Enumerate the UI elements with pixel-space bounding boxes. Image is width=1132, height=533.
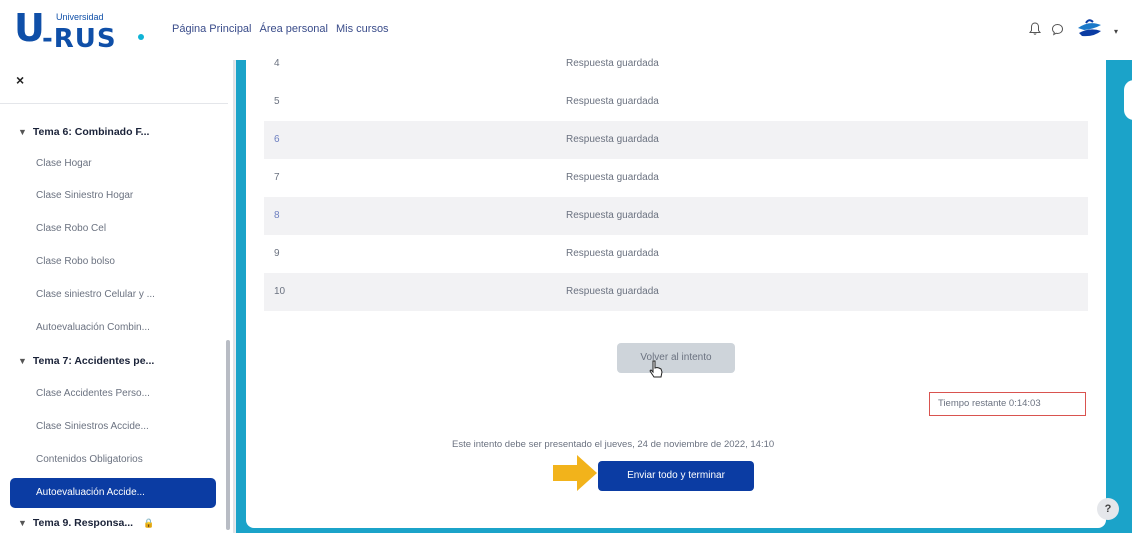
- table-row: 6 Respuesta guardada: [264, 121, 1088, 159]
- logo-rus: -RUS: [42, 24, 117, 54]
- chevron-down-icon: ▼: [18, 518, 27, 528]
- sidebar-item-clase-siniestros-accidentes[interactable]: Clase Siniestros Accide...: [36, 421, 149, 432]
- section-label: Tema 9. Responsa...: [32, 517, 134, 529]
- table-row: 7 Respuesta guardada: [264, 159, 1088, 197]
- chevron-down-icon: ▼: [18, 127, 27, 137]
- question-status: Respuesta guardada: [566, 210, 659, 221]
- question-status: Respuesta guardada: [566, 96, 659, 107]
- question-number[interactable]: 10: [274, 286, 285, 297]
- question-status: Respuesta guardada: [566, 134, 659, 145]
- sidebar-item-autoevaluacion-combinado[interactable]: Autoevaluación Combin...: [36, 322, 150, 333]
- chat-icon[interactable]: [1051, 23, 1064, 41]
- nav-personal-area[interactable]: Área personal: [260, 23, 329, 35]
- return-to-attempt-button[interactable]: Volver al intento: [617, 343, 735, 373]
- logo-universidad: Universidad: [56, 12, 104, 22]
- hand-cursor-icon: [648, 360, 664, 385]
- sidebar-item-clase-robo-cel[interactable]: Clase Robo Cel: [36, 223, 106, 234]
- sidebar-item-clase-siniestro-hogar[interactable]: Clase Siniestro Hogar: [36, 190, 133, 201]
- main-nav: Página Principal Área personal Mis curso…: [172, 23, 389, 35]
- section-tema-7[interactable]: ▼ Tema 7: Accidentes pe...: [18, 355, 154, 367]
- drawer-divider: [0, 103, 228, 104]
- u-rus-logo[interactable]: U Universidad -RUS: [14, 6, 149, 56]
- question-number[interactable]: 8: [274, 210, 280, 221]
- right-drawer-toggle[interactable]: [1124, 80, 1132, 120]
- logo-dot: [138, 34, 144, 40]
- question-number[interactable]: 7: [274, 172, 280, 183]
- section-label: Tema 6: Combinado F...: [32, 126, 150, 138]
- sidebar-item-autoevaluacion-accidentes[interactable]: Autoevaluación Accide...: [10, 478, 216, 508]
- close-drawer-button[interactable]: ×: [16, 72, 24, 88]
- question-status: Respuesta guardada: [566, 172, 659, 183]
- question-status: Respuesta guardada: [566, 58, 659, 69]
- nav-my-courses[interactable]: Mis cursos: [336, 23, 389, 35]
- sidebar-item-clase-robo-bolso[interactable]: Clase Robo bolso: [36, 256, 115, 267]
- arrow-right-icon: [551, 453, 599, 498]
- chevron-down-icon: ▼: [18, 356, 27, 366]
- nav-home[interactable]: Página Principal: [172, 23, 252, 35]
- right-drawer-edge: [1106, 60, 1132, 533]
- sidebar-item-contenidos-obligatorios[interactable]: Contenidos Obligatorios: [36, 454, 143, 465]
- section-tema-9[interactable]: ▼ Tema 9. Responsa... 🔒: [18, 517, 154, 529]
- sidebar-item-clase-accidentes[interactable]: Clase Accidentes Perso...: [36, 388, 150, 399]
- question-number[interactable]: 9: [274, 248, 280, 259]
- avatar[interactable]: [1074, 14, 1104, 49]
- time-remaining: Tiempo restante 0:14:03: [929, 392, 1086, 416]
- question-number[interactable]: 6: [274, 134, 280, 145]
- table-row: 10 Respuesta guardada: [264, 273, 1088, 311]
- logo-u: U: [14, 6, 45, 50]
- submit-all-button[interactable]: Enviar todo y terminar: [598, 461, 754, 491]
- table-row: 4 Respuesta guardada: [264, 45, 1088, 83]
- section-label: Tema 7: Accidentes pe...: [32, 355, 155, 367]
- help-button[interactable]: ?: [1097, 498, 1119, 520]
- bell-icon[interactable]: [1028, 22, 1041, 41]
- chevron-down-icon[interactable]: ▾: [1114, 27, 1118, 36]
- question-number: 4: [274, 58, 280, 69]
- question-number[interactable]: 5: [274, 96, 280, 107]
- drawer-scrollbar[interactable]: [226, 340, 230, 530]
- sidebar-item-clase-siniestro-celular[interactable]: Clase siniestro Celular y ...: [36, 289, 155, 300]
- question-status: Respuesta guardada: [566, 286, 659, 297]
- user-tools: ▾: [1028, 14, 1118, 49]
- table-row: 8 Respuesta guardada: [264, 197, 1088, 235]
- section-tema-6[interactable]: ▼ Tema 6: Combinado F...: [18, 126, 149, 138]
- table-row: 9 Respuesta guardada: [264, 235, 1088, 273]
- table-row: 5 Respuesta guardada: [264, 83, 1088, 121]
- question-status: Respuesta guardada: [566, 248, 659, 259]
- course-index-drawer: × ▼ Tema 6: Combinado F... Clase Hogar Cl…: [0, 60, 235, 533]
- lock-icon: 🔒: [143, 518, 155, 528]
- attempt-deadline-notice: Este intento debe ser presentado el juev…: [452, 439, 775, 450]
- sidebar-item-clase-hogar[interactable]: Clase Hogar: [36, 158, 92, 169]
